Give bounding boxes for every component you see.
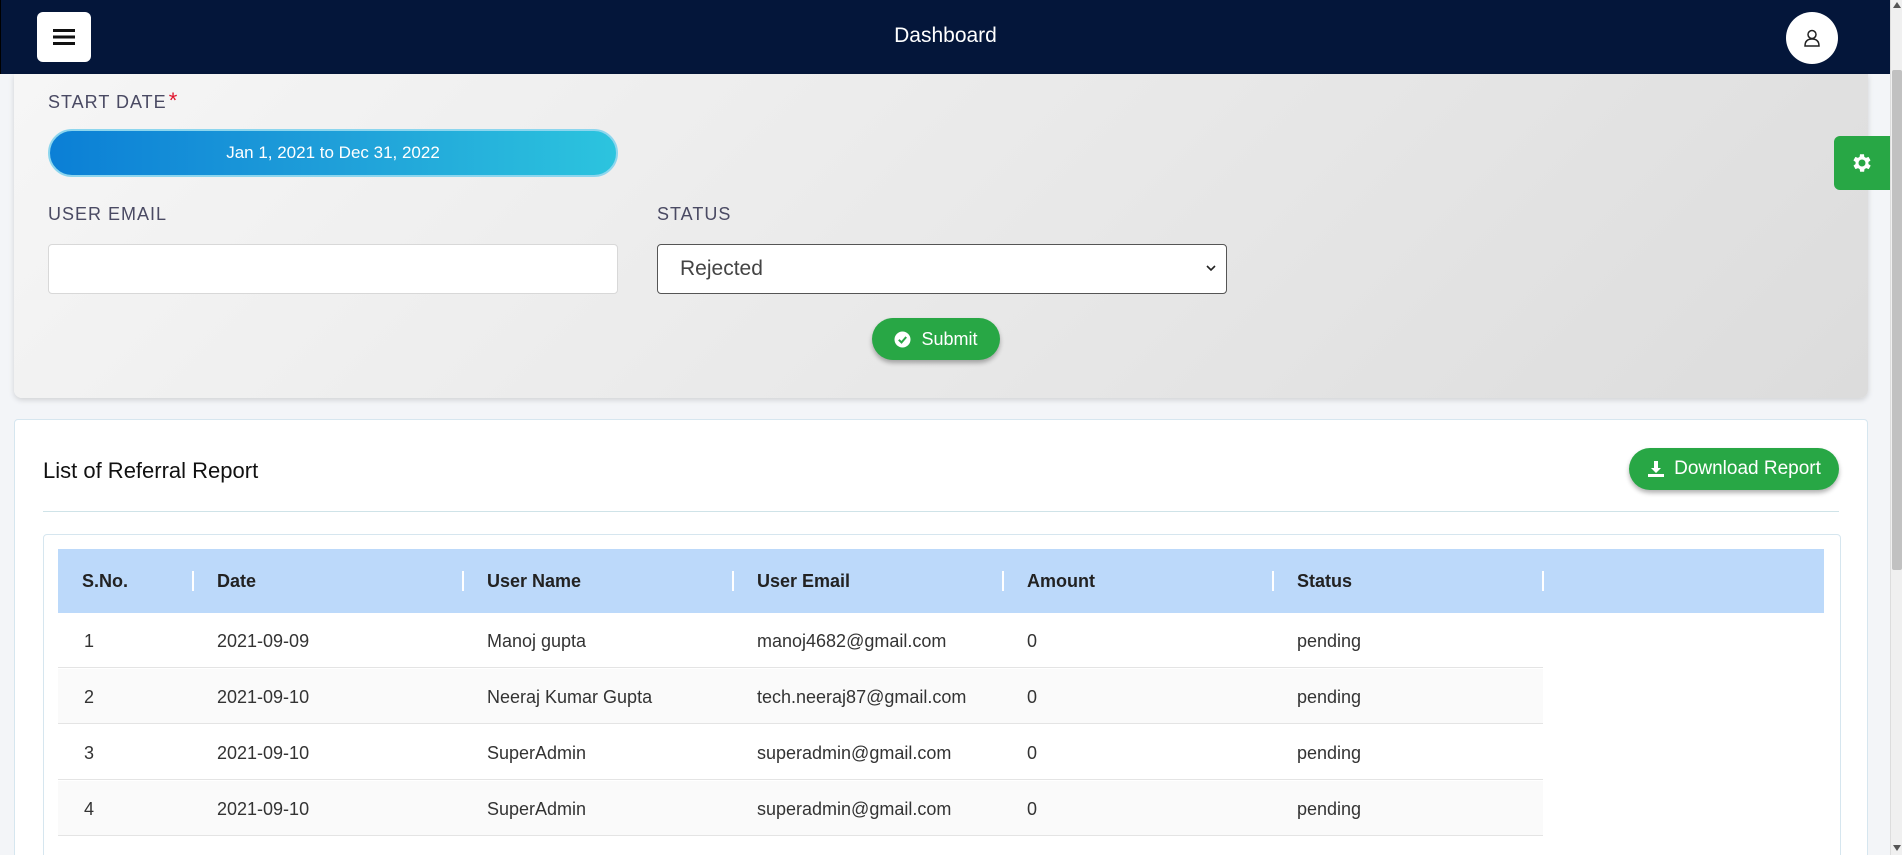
column-header-user-name[interactable]: User Name <box>487 571 581 592</box>
check-circle-icon <box>894 331 911 347</box>
report-table: S.No. Date User Name User Email Amount S… <box>43 534 1841 855</box>
cell-user-name: Neeraj Kumar Gupta <box>487 687 653 707</box>
required-marker: * <box>168 88 179 113</box>
scroll-down-arrow-icon[interactable] <box>1893 845 1901 851</box>
cell-user-email: superadmin@gmail.com <box>757 799 952 819</box>
submit-label: Submit <box>921 328 978 349</box>
user-profile-button[interactable] <box>1786 12 1838 64</box>
cell-user-name: SuperAdmin <box>487 799 587 819</box>
start-date-label: START DATE* <box>48 88 179 113</box>
cell-sno: 1 <box>84 631 95 651</box>
gear-icon <box>1853 154 1871 172</box>
cell-sno: 3 <box>84 743 95 763</box>
user-icon <box>1804 29 1820 47</box>
status-label: STATUS <box>657 204 732 224</box>
cell-status: pending <box>1297 631 1362 651</box>
cell-sno: 2 <box>84 687 95 707</box>
user-email-input[interactable] <box>48 244 618 294</box>
cell-user-email: manoj4682@gmail.com <box>757 631 947 651</box>
table-row[interactable]: 3 2021-09-10 SuperAdmin superadmin@gmail… <box>58 725 1543 780</box>
cell-amount: 0 <box>1027 743 1038 763</box>
scrollbar-thumb[interactable] <box>1892 70 1902 570</box>
column-header-sno[interactable]: S.No. <box>82 571 128 592</box>
cell-date: 2021-09-10 <box>217 687 310 707</box>
column-resize-handle[interactable] <box>732 571 734 591</box>
table-row[interactable]: 2 2021-09-10 Neeraj Kumar Gupta tech.nee… <box>58 669 1543 724</box>
column-resize-handle[interactable] <box>1272 571 1274 591</box>
cell-user-name: SuperAdmin <box>487 743 587 763</box>
cell-amount: 0 <box>1027 799 1038 819</box>
download-icon <box>1648 461 1665 477</box>
submit-button[interactable]: Submit <box>872 318 1000 360</box>
cell-sno: 4 <box>84 799 95 819</box>
table-header-row: S.No. Date User Name User Email Amount S… <box>58 549 1824 613</box>
cell-user-email: superadmin@gmail.com <box>757 743 952 763</box>
cell-date: 2021-09-10 <box>217 743 310 763</box>
cell-amount: 0 <box>1027 687 1038 707</box>
column-resize-handle[interactable] <box>1002 571 1004 591</box>
download-report-button[interactable]: Download Report <box>1629 448 1839 490</box>
cell-status: pending <box>1297 743 1362 763</box>
column-header-amount[interactable]: Amount <box>1027 571 1095 592</box>
report-title: List of Referral Report <box>43 458 259 483</box>
user-email-label: USER EMAIL <box>48 204 168 224</box>
filter-panel: START DATE* Jan 1, 2021 to Dec 31, 2022 … <box>14 74 1868 398</box>
top-navbar: Dashboard <box>0 0 1890 74</box>
scroll-up-arrow-icon[interactable] <box>1893 2 1901 8</box>
column-header-status[interactable]: Status <box>1297 571 1352 592</box>
referral-report-card: List of Referral Report Download Report … <box>14 419 1868 855</box>
column-header-user-email[interactable]: User Email <box>757 571 850 592</box>
column-resize-handle[interactable] <box>462 571 464 591</box>
status-selected-value: Rejected <box>680 257 763 280</box>
chevron-down-icon <box>1206 265 1216 272</box>
cell-status: pending <box>1297 687 1362 707</box>
date-range-picker[interactable]: Jan 1, 2021 to Dec 31, 2022 <box>48 129 618 177</box>
table-row[interactable]: 4 2021-09-10 SuperAdmin superadmin@gmail… <box>58 781 1543 836</box>
column-resize-handle[interactable] <box>1542 571 1544 591</box>
divider <box>43 511 1839 512</box>
page-title: Dashboard <box>894 24 997 47</box>
table-row[interactable]: 1 2021-09-09 Manoj gupta manoj4682@gmail… <box>58 613 1543 668</box>
cell-date: 2021-09-10 <box>217 799 310 819</box>
cell-amount: 0 <box>1027 631 1038 651</box>
cell-status: pending <box>1297 799 1362 819</box>
page-scrollbar[interactable] <box>1890 0 1902 855</box>
download-label: Download Report <box>1674 458 1821 479</box>
column-resize-handle[interactable] <box>192 571 194 591</box>
column-header-date[interactable]: Date <box>217 571 256 592</box>
cell-date: 2021-09-09 <box>217 631 310 651</box>
cell-user-name: Manoj gupta <box>487 631 587 651</box>
cell-user-email: tech.neeraj87@gmail.com <box>757 687 967 707</box>
settings-toggle-button[interactable] <box>1834 136 1890 190</box>
status-select[interactable]: Rejected <box>657 244 1227 294</box>
